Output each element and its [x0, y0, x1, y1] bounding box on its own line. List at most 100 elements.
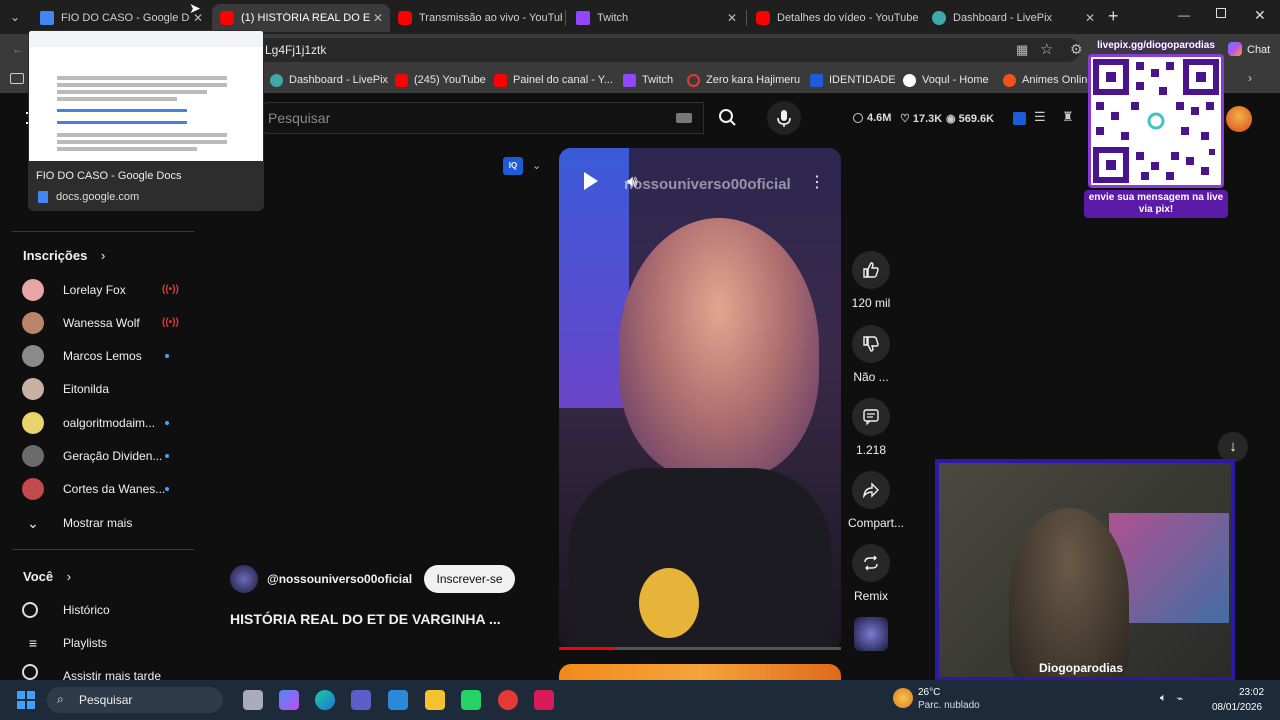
next-short-preview[interactable]: [559, 664, 841, 680]
sidebar-subscription[interactable]: oalgoritmodaim...: [22, 410, 155, 436]
tab-list-dropdown-icon[interactable]: ⌄: [10, 10, 20, 24]
bookmark-animes-online[interactable]: Animes Online: [1003, 71, 1094, 89]
chevron-down-icon[interactable]: ⌄: [532, 159, 541, 172]
close-window-button[interactable]: ✕: [1254, 7, 1266, 24]
weather-widget[interactable]: 26°C Parc. nublado: [893, 686, 993, 714]
trophy-icon[interactable]: ♜: [1062, 109, 1074, 125]
browser-tab[interactable]: FIO DO CASO - Google Docs ✕: [32, 4, 210, 32]
bookmark-twitch[interactable]: Twitch: [623, 71, 673, 89]
tab-hover-preview: FIO DO CASO - Google Docs docs.google.co…: [28, 30, 264, 211]
share-icon: [852, 471, 890, 509]
clock-date[interactable]: 08/01/2026: [1212, 702, 1262, 713]
task-view-icon[interactable]: [243, 690, 263, 710]
bookmark-youtube[interactable]: (245) YouTube: [395, 71, 486, 89]
sidebar-item-playlists[interactable]: ≡ Playlists: [22, 630, 107, 656]
teams-icon[interactable]: [351, 690, 371, 710]
volume-icon[interactable]: 🔈︎: [1160, 692, 1167, 705]
channel-handle[interactable]: @nossouniverso00oficial: [267, 572, 412, 586]
sound-thumbnail[interactable]: [854, 617, 888, 651]
taskbar-search[interactable]: ⌕ Pesquisar: [47, 687, 223, 713]
you-heading[interactable]: Você ›: [23, 569, 71, 584]
dislike-button[interactable]: Não ...: [848, 325, 894, 384]
search-input[interactable]: Pesquisar: [268, 110, 330, 126]
streaming-app-icon[interactable]: [498, 690, 518, 710]
browser-tab[interactable]: Twitch ✕: [568, 4, 744, 32]
clock-time[interactable]: 23:02: [1239, 687, 1264, 698]
chat-button[interactable]: Chat: [1247, 44, 1270, 56]
iq-button[interactable]: IQ: [503, 157, 523, 175]
sidebar-subscription[interactable]: Cortes da Wanes...: [22, 476, 165, 502]
subscribe-button[interactable]: Inscrever-se: [424, 565, 515, 593]
sidebar-subscription[interactable]: Marcos Lemos: [22, 343, 142, 369]
short-progress-track[interactable]: [559, 647, 841, 650]
new-tab-button[interactable]: +: [1108, 6, 1119, 27]
search-button[interactable]: [704, 102, 752, 134]
channel-name: Wanessa Wolf: [63, 316, 140, 330]
browser-tab[interactable]: Detalhes do vídeo - YouTube: [748, 4, 924, 32]
comments-button[interactable]: 1.218: [848, 398, 894, 457]
apps-icon[interactable]: ▦: [1016, 42, 1028, 58]
streamer-webcam: Diogoparodias: [935, 459, 1235, 681]
browser-tab[interactable]: Dashboard - LivePix ✕: [924, 4, 1102, 32]
bookmark-label: Animes Online: [1022, 74, 1094, 86]
browser-tab[interactable]: Transmissão ao vivo - YouTube: [390, 4, 562, 32]
bookmark-star-icon[interactable]: ☆: [1040, 40, 1053, 58]
copilot-icon[interactable]: [1228, 42, 1242, 56]
bookmark-dashboard-livepix[interactable]: Dashboard - LivePix: [270, 71, 388, 89]
show-more-button[interactable]: ⌄ Mostrar mais: [22, 510, 132, 536]
next-short-arrow-icon[interactable]: ↓: [1218, 432, 1248, 462]
sidebar-subscription[interactable]: Eitonilda: [22, 376, 109, 402]
tab-title: Twitch: [597, 12, 629, 24]
account-avatar[interactable]: [1226, 106, 1252, 132]
tab-title: (1) HISTÓRIA REAL DO ET DE VARGINHA: [241, 12, 370, 24]
livepix-app-icon[interactable]: [534, 690, 554, 710]
close-tab-icon[interactable]: ✕: [1082, 11, 1098, 25]
more-options-icon[interactable]: ⋮: [809, 172, 825, 192]
sidebar-item-history[interactable]: Histórico: [22, 597, 110, 623]
file-explorer-icon[interactable]: [425, 690, 445, 710]
sidebar-subscription[interactable]: Wanessa Wolf: [22, 310, 140, 336]
windows-start-icon[interactable]: [17, 691, 35, 709]
bookmark-label: Painel do canal - Y...: [513, 74, 613, 86]
share-button[interactable]: Compart...: [848, 471, 904, 530]
copilot-icon[interactable]: [279, 690, 299, 710]
address-bar[interactable]: [250, 38, 1080, 62]
iq-extension-icon[interactable]: [1013, 112, 1026, 125]
keyboard-icon[interactable]: [676, 113, 692, 123]
youtube-icon: [494, 73, 507, 87]
sidebar-item-watch-later[interactable]: Assistir mais tarde: [22, 664, 161, 680]
close-tab-icon[interactable]: ✕: [724, 11, 740, 25]
tab-title: Transmissão ao vivo - YouTube: [419, 12, 562, 24]
list-icon[interactable]: ☰: [1034, 109, 1046, 125]
like-button[interactable]: 120 mil: [848, 251, 894, 310]
sidebar-subscription[interactable]: Lorelay Fox: [22, 277, 126, 303]
bookmark-painel-canal[interactable]: Painel do canal - Y...: [494, 71, 613, 89]
more-bookmarks-chevron-icon[interactable]: ›: [1248, 71, 1252, 85]
avatar: [22, 412, 44, 434]
minimize-window-button[interactable]: —: [1178, 8, 1190, 22]
bookmark-identidade[interactable]: IDENTIDADE: [810, 71, 896, 89]
channel-name: Eitonilda: [63, 382, 110, 396]
browser-tab-active[interactable]: (1) HISTÓRIA REAL DO ET DE VARGINHA ✕: [212, 4, 390, 32]
store-icon[interactable]: [388, 690, 408, 710]
edge-icon[interactable]: [315, 690, 335, 710]
bookmark-voqul[interactable]: Voqul - Home: [903, 71, 989, 89]
subscriptions-heading[interactable]: Inscrições ›: [23, 248, 105, 263]
close-tab-icon[interactable]: ✕: [370, 11, 386, 25]
network-icon[interactable]: ⌁: [1177, 692, 1184, 705]
channel-avatar[interactable]: [230, 565, 258, 593]
extensions-icon[interactable]: ⚙: [1070, 41, 1083, 58]
back-button[interactable]: ←: [12, 42, 24, 56]
maximize-window-button[interactable]: [1216, 8, 1226, 18]
voice-search-button[interactable]: [767, 101, 801, 135]
bookmark-label: IDENTIDADE: [829, 74, 896, 86]
short-title: HISTÓRIA REAL DO ET DE VARGINHA ...: [230, 611, 501, 627]
play-button-icon[interactable]: [584, 172, 598, 190]
bookmark-zero-kara[interactable]: Zero kara Hajimeru: [687, 71, 800, 89]
remix-button[interactable]: Remix: [848, 544, 894, 603]
system-tray[interactable]: 🔈︎ ⌁: [1160, 692, 1183, 705]
sidebar-toggle-icon[interactable]: [10, 73, 24, 84]
short-video-player[interactable]: 🔊︎ nossouniverso00oficial ⋮: [559, 148, 841, 650]
sidebar-subscription[interactable]: Geração Dividen...: [22, 443, 162, 469]
whatsapp-icon[interactable]: [461, 690, 481, 710]
